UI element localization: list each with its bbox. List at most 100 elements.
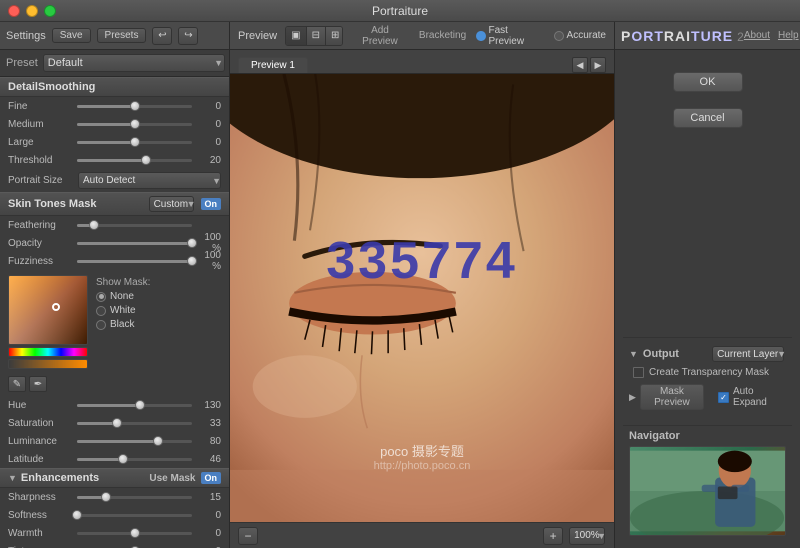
- hue-value: 130: [196, 400, 221, 411]
- skin-custom-select[interactable]: Custom: [149, 196, 194, 212]
- ok-button[interactable]: OK: [673, 72, 743, 92]
- minimize-button[interactable]: [26, 5, 38, 17]
- navigator-image[interactable]: [629, 446, 786, 536]
- tab-prev-button[interactable]: ◀: [572, 57, 588, 73]
- show-mask-area: Show Mask: None White Black: [96, 275, 150, 369]
- enhancements-on-badge[interactable]: On: [201, 472, 222, 484]
- mask-none-radio-dot: [96, 292, 106, 302]
- large-slider-track[interactable]: [77, 141, 192, 144]
- color-area: Show Mask: None White Black: [0, 270, 229, 374]
- softness-slider-row: Softness 0: [0, 506, 229, 524]
- warmth-slider-track[interactable]: [77, 532, 192, 535]
- large-label: Large: [8, 137, 73, 148]
- view-buttons: ▣ ⊟ ⊞: [285, 26, 343, 46]
- hue-label: Hue: [8, 400, 73, 411]
- saturation-slider-track[interactable]: [77, 422, 192, 425]
- fast-preview-label: Fast Preview: [489, 25, 542, 47]
- threshold-label: Threshold: [8, 155, 73, 166]
- latitude-slider-track[interactable]: [77, 458, 192, 461]
- sharpness-slider-row: Sharpness 15: [0, 488, 229, 506]
- warmth-slider-row: Warmth 0: [0, 524, 229, 542]
- left-scroll-area[interactable]: DetailSmoothing Fine 0 Medium 0: [0, 77, 229, 548]
- zoom-select[interactable]: 100% 50% 200%: [569, 527, 605, 545]
- mask-white-radio[interactable]: White: [96, 305, 150, 316]
- preview-toolbar: Preview ▣ ⊟ ⊞ Add Preview Bracketing Fas…: [230, 22, 614, 50]
- single-view-button[interactable]: ▣: [286, 27, 306, 45]
- tint-slider-row: Tint 0: [0, 542, 229, 548]
- maximize-button[interactable]: [44, 5, 56, 17]
- opacity-slider-row: Opacity 100 %: [0, 234, 229, 252]
- color-picker-box[interactable]: [8, 275, 88, 345]
- fuzziness-slider-track[interactable]: [77, 260, 192, 263]
- portrait-size-label: Portrait Size: [8, 175, 73, 186]
- portrait-size-row: Portrait Size Auto Detect ▼: [0, 169, 229, 192]
- fine-value: 0: [196, 101, 221, 112]
- auto-expand-check: ✓: [719, 393, 728, 402]
- preview-tab-1[interactable]: Preview 1: [238, 57, 308, 73]
- opacity-slider-track[interactable]: [77, 242, 192, 245]
- luminance-slider-track[interactable]: [77, 440, 192, 443]
- redo-button[interactable]: ↪: [178, 27, 198, 45]
- overlay-number: 335774: [326, 231, 518, 291]
- show-mask-label: Show Mask:: [96, 277, 150, 288]
- fine-slider-track[interactable]: [77, 105, 192, 108]
- detail-smoothing-header: DetailSmoothing: [0, 77, 229, 97]
- mask-black-radio[interactable]: Black: [96, 319, 150, 330]
- auto-expand-checkbox[interactable]: ✓: [718, 392, 729, 403]
- feathering-slider-track[interactable]: [77, 224, 192, 227]
- skin-on-badge[interactable]: On: [201, 198, 222, 210]
- medium-slider-track[interactable]: [77, 123, 192, 126]
- add-preview-button[interactable]: Add Preview: [351, 25, 409, 47]
- fuzziness-value: 100 %: [196, 250, 221, 272]
- mask-none-radio[interactable]: None: [96, 291, 150, 302]
- threshold-value: 20: [196, 155, 221, 166]
- enhancements-collapse-icon[interactable]: ▼: [8, 473, 17, 483]
- feathering-slider-row: Feathering: [0, 216, 229, 234]
- undo-button[interactable]: ↩: [152, 27, 172, 45]
- navigator-label: Navigator: [629, 430, 786, 442]
- help-link[interactable]: Help: [778, 30, 799, 41]
- close-button[interactable]: [8, 5, 20, 17]
- fast-preview-radio[interactable]: Fast Preview: [476, 25, 541, 47]
- tab-next-button[interactable]: ▶: [590, 57, 606, 73]
- sharpness-slider-track[interactable]: [77, 496, 192, 499]
- save-button[interactable]: Save: [52, 28, 91, 43]
- skin-tones-controls: Custom ▼ On: [149, 196, 221, 212]
- right-spacer: [623, 134, 792, 331]
- enhancements-header: ▼ Enhancements Use Mask On: [0, 468, 229, 488]
- fuzziness-label: Fuzziness: [8, 256, 73, 267]
- right-panel: PORTRAITURE 2 About Help OK Cancel ▼ Out…: [615, 22, 800, 548]
- preview-radio-group: Fast Preview Accurate: [476, 25, 606, 47]
- eyedropper-button-1[interactable]: ✎: [8, 376, 26, 392]
- navigator-svg: [630, 447, 785, 535]
- mask-white-label: White: [110, 305, 136, 316]
- accurate-radio[interactable]: Accurate: [554, 30, 606, 41]
- zoom-out-button[interactable]: −: [238, 527, 258, 545]
- alpha-bar[interactable]: [8, 359, 88, 369]
- mask-preview-arrow-icon[interactable]: ▶: [629, 392, 636, 403]
- cancel-button[interactable]: Cancel: [673, 108, 743, 128]
- mask-preview-button[interactable]: Mask Preview: [640, 384, 704, 410]
- brand-version: 2: [737, 30, 744, 44]
- enhancements-label: Enhancements: [21, 472, 99, 484]
- hue-slider-track[interactable]: [77, 404, 192, 407]
- left-toolbar: Settings Save Presets ↩ ↪: [0, 22, 229, 50]
- zoom-in-button[interactable]: +: [543, 527, 563, 545]
- watermark-line1: poco 摄影专题: [374, 441, 471, 460]
- output-select[interactable]: Current Layer: [712, 346, 784, 362]
- use-mask-label: Use Mask: [149, 473, 195, 484]
- create-transparency-checkbox[interactable]: [633, 367, 644, 378]
- about-link[interactable]: About: [744, 30, 770, 41]
- accurate-label: Accurate: [567, 30, 606, 41]
- presets-button[interactable]: Presets: [97, 28, 147, 43]
- dual-view-button[interactable]: ⊞: [326, 27, 343, 45]
- sharpness-label: Sharpness: [8, 492, 73, 503]
- bracketing-button[interactable]: Bracketing: [417, 30, 468, 41]
- hue-bar[interactable]: [8, 347, 88, 357]
- split-view-button[interactable]: ⊟: [307, 27, 326, 45]
- eyedropper-button-2[interactable]: ✒: [29, 376, 47, 392]
- softness-slider-track[interactable]: [77, 514, 192, 517]
- preset-select[interactable]: Default: [43, 54, 225, 72]
- threshold-slider-track[interactable]: [77, 159, 192, 162]
- portrait-size-select[interactable]: Auto Detect: [78, 172, 221, 189]
